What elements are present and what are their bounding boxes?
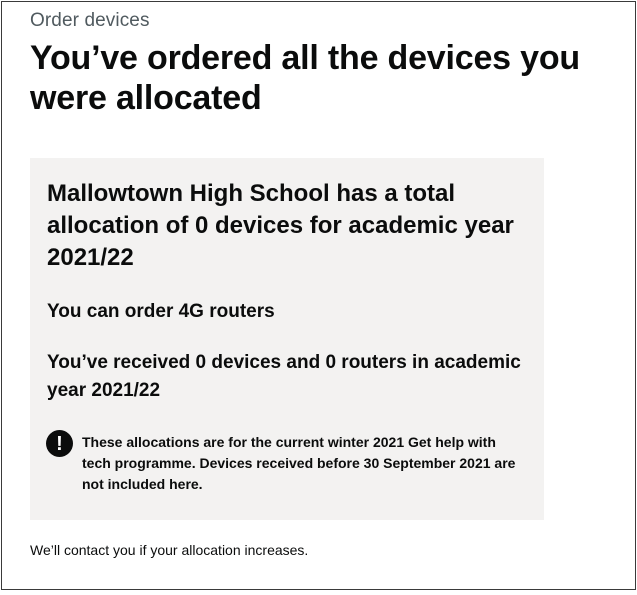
allocation-summary: Mallowtown High School has a total alloc… — [47, 180, 514, 271]
page-title: You’ve ordered all the devices you were … — [30, 39, 580, 117]
allocation-warning: ! These allocations are for the current … — [46, 430, 526, 500]
page-caption: Order devices — [30, 10, 150, 31]
page-frame: Order devices You’ve ordered all the dev… — [1, 1, 636, 590]
exclamation-icon: ! — [46, 430, 73, 457]
router-order-status: You can order 4G routers — [47, 301, 275, 322]
warning-text: These allocations are for the current wi… — [82, 434, 516, 492]
allocation-increase-note: We’ll contact you if your allocation inc… — [30, 542, 309, 558]
allocation-panel: Mallowtown High School has a total alloc… — [30, 158, 544, 520]
received-devices-status: You’ve received 0 devices and 0 routers … — [47, 352, 521, 401]
